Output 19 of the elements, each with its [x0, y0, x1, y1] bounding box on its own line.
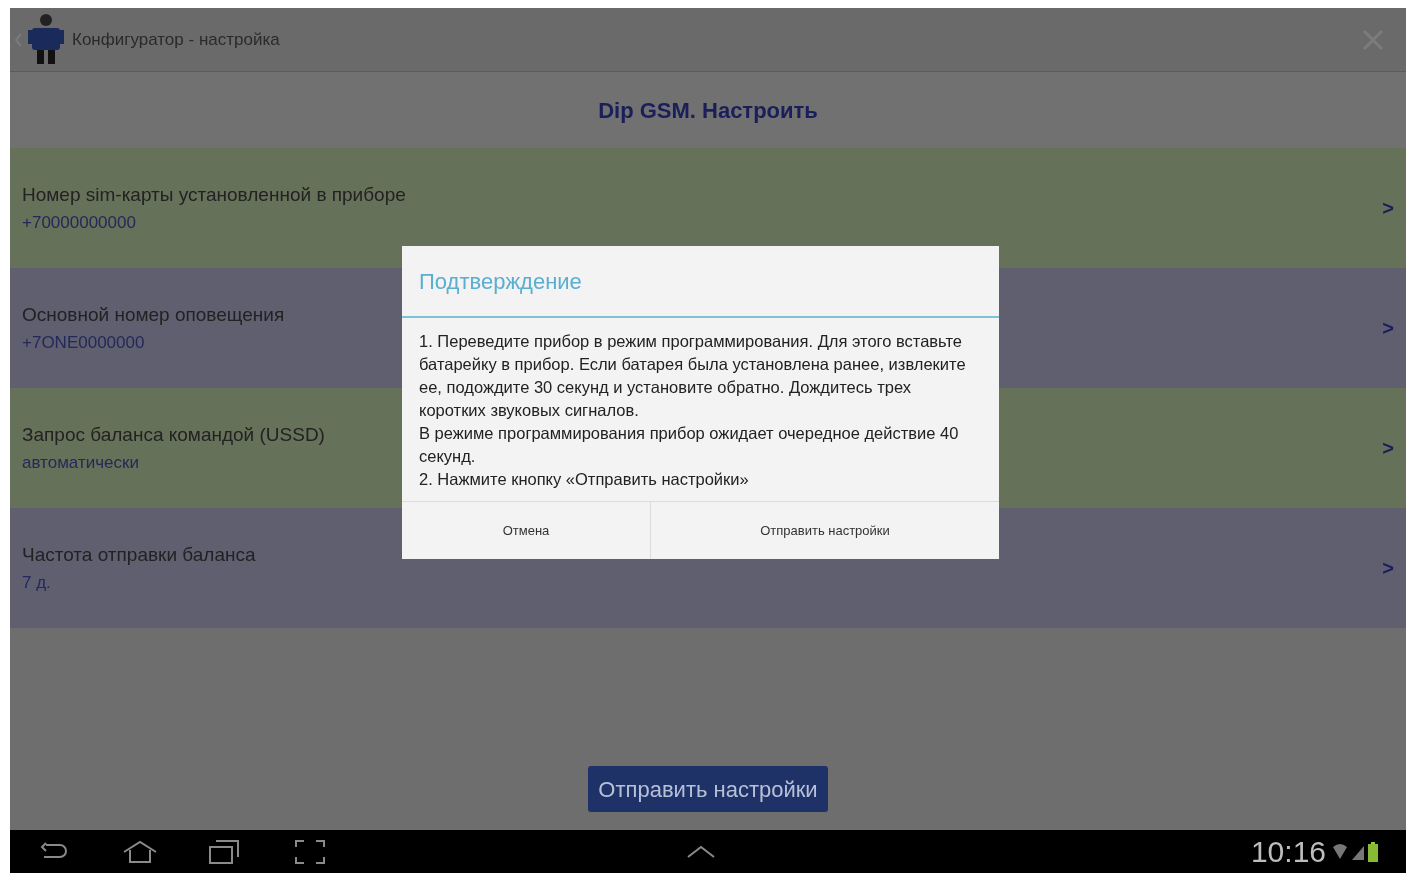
setting-value: +70000000000	[22, 211, 137, 234]
dialog-message: 2. Нажмите кнопку «Отправить настройки»	[419, 469, 750, 490]
chevron: >	[1382, 196, 1394, 221]
chevron: >	[1382, 436, 1394, 461]
setting-label: Номер sim-карты установленной в приборе	[22, 183, 406, 207]
clock: 10:16	[1250, 834, 1326, 870]
setting-value: +7ONE0000000	[22, 331, 146, 354]
setting-label: Запрос баланса командой (USSD)	[22, 423, 325, 447]
dialog-message: 1. Переведите прибор в режим программирования. Для этого вставьте батарейку в прибор. Если батарея была установлена ранее, извлеките ее, подождите 30 секунд и установите обратно. Дождитесь трех коротких звуковых сигналов.	[419, 331, 967, 421]
dialog-message: В режиме программирования прибор ожидает очередное действие 40 секунд.	[419, 423, 960, 467]
setting-label: Частота отправки баланса	[22, 543, 256, 567]
screen-title: Dip GSM. Настроить	[598, 96, 818, 125]
dialog-title: Подтверждение	[419, 267, 582, 296]
setting-value: автоматически	[22, 451, 140, 474]
app-title: Конфигуратор - настройка	[72, 28, 280, 51]
chevron: >	[1382, 556, 1394, 581]
chevron: >	[1382, 316, 1394, 341]
setting-value: 7 д.	[22, 571, 52, 594]
setting-label: Основной номер оповещения	[22, 303, 285, 327]
